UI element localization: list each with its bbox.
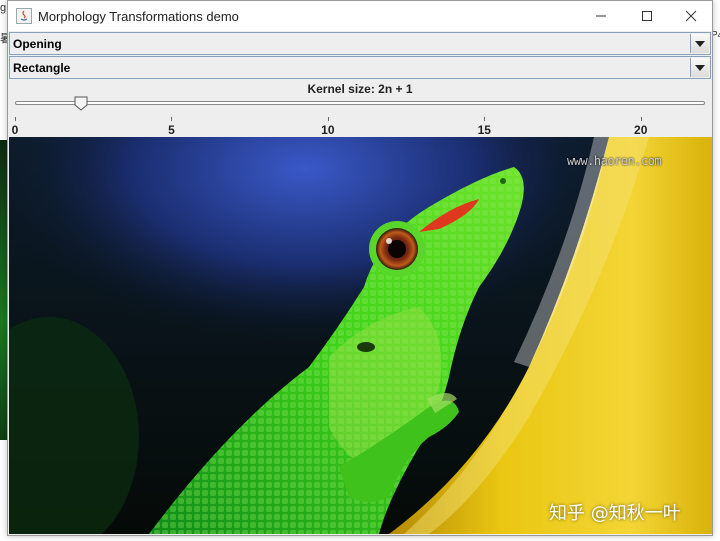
element-shape-combobox-value: Rectangle [13,61,71,75]
kernel-size-slider-track[interactable] [15,101,705,105]
slider-tick [15,117,16,121]
slider-tick [640,117,642,121]
slider-tick [327,117,329,121]
minimize-button[interactable] [578,1,624,31]
maximize-icon [642,11,652,21]
operation-combobox-value: Opening [13,37,62,51]
operation-dropdown-button[interactable] [690,34,709,53]
window-title: Morphology Transformations demo [38,9,239,24]
slider-tick-label: 5 [168,123,175,137]
minimize-icon [596,15,606,17]
slider-tick-label: 0 [11,123,19,137]
maximize-button[interactable] [624,1,670,31]
java-app-icon [16,8,32,24]
close-button[interactable] [668,1,714,31]
app-window: Morphology Transformations demo Opening … [7,0,713,536]
close-icon [685,10,697,22]
chevron-down-icon [695,64,705,71]
element-shape-combobox[interactable]: Rectangle [9,56,711,79]
slider-tick [171,117,173,121]
kernel-size-slider-thumb[interactable] [74,96,88,111]
element-shape-dropdown-button[interactable] [690,58,709,77]
result-image: www.haoren.com 知乎 @知秋一叶 [9,137,712,534]
slider-tick-label: 10 [321,123,335,137]
operation-combobox[interactable]: Opening [9,32,711,55]
slider-tick-label: 15 [477,123,491,137]
chevron-down-icon [695,40,705,47]
background-window-text: g [0,2,7,14]
kernel-size-label: Kernel size: 2n + 1 [307,82,413,96]
watermark-bottom: 知乎 @知秋一叶 [549,503,681,524]
gecko-photo [9,137,712,534]
title-bar[interactable]: Morphology Transformations demo [8,1,712,31]
slider-tick [484,117,486,121]
watermark-top: www.haoren.com [567,154,662,168]
slider-tick-label: 20 [634,123,648,137]
